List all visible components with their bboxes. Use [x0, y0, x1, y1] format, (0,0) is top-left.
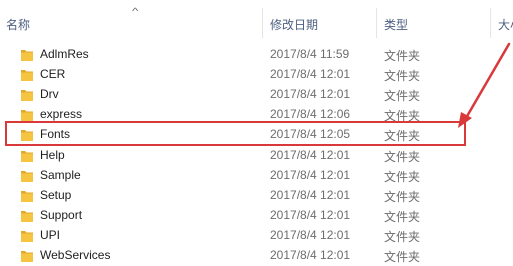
file-row[interactable]: Setup 2017/8/4 12:01 文件夹 — [0, 186, 513, 206]
file-type: 文件夹 — [384, 89, 421, 103]
file-modified-date: 2017/8/4 12:01 — [270, 67, 351, 81]
file-modified-date: 2017/8/4 12:01 — [270, 87, 351, 101]
file-name: Support — [40, 208, 83, 222]
file-modified-date: 2017/8/4 12:01 — [270, 248, 351, 262]
folder-icon — [20, 67, 34, 82]
file-modified-date: 2017/8/4 12:01 — [270, 208, 351, 222]
file-type: 文件夹 — [384, 210, 421, 224]
file-name: AdlmRes — [40, 47, 89, 61]
file-name: Setup — [40, 188, 72, 202]
column-divider[interactable] — [376, 8, 377, 38]
file-row[interactable]: Support 2017/8/4 12:01 文件夹 — [0, 206, 513, 226]
file-row[interactable]: Help 2017/8/4 12:01 文件夹 — [0, 146, 513, 166]
file-type: 文件夹 — [384, 49, 421, 63]
file-modified-date: 2017/8/4 12:01 — [270, 228, 351, 242]
column-header-size[interactable]: 大小 — [498, 16, 513, 33]
folder-icon — [20, 248, 34, 263]
file-type: 文件夹 — [384, 190, 421, 204]
file-row[interactable]: WebServices 2017/8/4 12:01 文件夹 — [0, 246, 513, 266]
file-row[interactable]: AdlmRes 2017/8/4 11:59 文件夹 — [0, 45, 513, 65]
file-name: WebServices — [40, 248, 111, 262]
folder-icon — [20, 188, 34, 203]
file-name: Sample — [40, 168, 81, 182]
column-header-name[interactable]: 名称 — [6, 16, 30, 33]
file-row[interactable]: UPI 2017/8/4 12:01 文件夹 — [0, 226, 513, 246]
file-type: 文件夹 — [384, 69, 421, 83]
folder-icon — [20, 168, 34, 183]
sort-ascending-icon[interactable]: ^ — [132, 6, 138, 16]
file-modified-date: 2017/8/4 12:01 — [270, 168, 351, 182]
file-type: 文件夹 — [384, 170, 421, 184]
file-name: UPI — [40, 228, 61, 242]
file-modified-date: 2017/8/4 12:01 — [270, 148, 351, 162]
column-header-bar: ^ 名称 修改日期 类型 大小 — [0, 0, 513, 38]
folder-icon — [20, 47, 34, 62]
file-row[interactable]: Drv 2017/8/4 12:01 文件夹 — [0, 85, 513, 105]
file-name: Drv — [40, 87, 59, 101]
column-header-type[interactable]: 类型 — [384, 16, 408, 33]
file-type: 文件夹 — [384, 250, 421, 264]
file-row[interactable]: Sample 2017/8/4 12:01 文件夹 — [0, 166, 513, 186]
highlight-box-fonts — [5, 121, 466, 146]
file-name: CER — [40, 67, 66, 81]
file-type: 文件夹 — [384, 230, 421, 244]
file-modified-date: 2017/8/4 12:06 — [270, 107, 351, 121]
column-divider[interactable] — [262, 8, 263, 38]
folder-icon — [20, 208, 34, 223]
folder-icon — [20, 228, 34, 243]
folder-icon — [20, 87, 34, 102]
file-name: express — [40, 107, 83, 121]
file-modified-date: 2017/8/4 12:01 — [270, 188, 351, 202]
file-row[interactable]: CER 2017/8/4 12:01 文件夹 — [0, 65, 513, 85]
column-header-date[interactable]: 修改日期 — [270, 16, 318, 33]
folder-icon — [20, 148, 34, 163]
folder-icon — [20, 107, 34, 122]
file-name: Help — [40, 148, 65, 162]
file-type: 文件夹 — [384, 150, 421, 164]
column-divider[interactable] — [490, 8, 491, 38]
file-modified-date: 2017/8/4 11:59 — [270, 47, 350, 61]
